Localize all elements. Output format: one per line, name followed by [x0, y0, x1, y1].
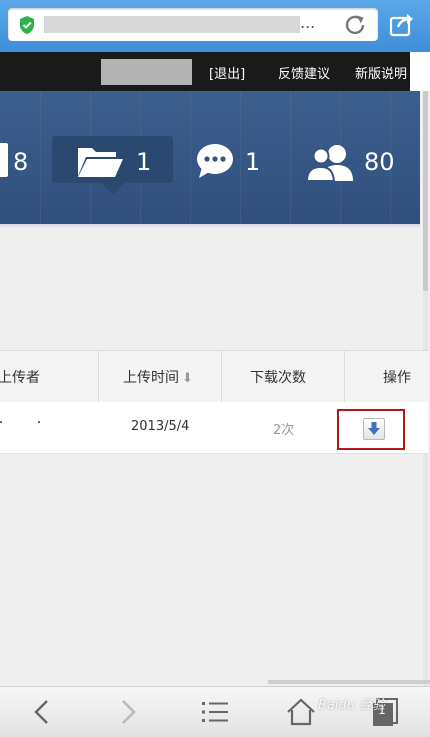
stat-members-count: 80 — [364, 148, 395, 176]
file-icon — [0, 143, 8, 177]
new-version-link[interactable]: 新版说明 — [355, 63, 407, 82]
row-download-count: 2次 — [273, 423, 295, 438]
username-redacted — [101, 59, 192, 85]
header-divider — [221, 351, 222, 402]
chat-bubble-icon — [197, 144, 233, 178]
site-top-nav: [退出] 反馈建议 新版说明 — [0, 52, 410, 91]
folder-icon — [78, 148, 123, 177]
share-icon[interactable] — [389, 12, 415, 38]
header-uploader[interactable]: 上传者 — [0, 367, 40, 387]
menu-icon[interactable] — [200, 697, 230, 727]
home-icon[interactable] — [286, 697, 316, 727]
security-shield-icon — [20, 16, 34, 34]
sort-down-icon: ⬇ — [182, 371, 193, 386]
back-icon[interactable] — [27, 697, 57, 727]
url-field[interactable]: ... — [8, 8, 378, 41]
stat-folders-count: 1 — [136, 148, 152, 176]
download-button[interactable] — [363, 418, 385, 440]
horizontal-scroll-indicator — [268, 680, 430, 684]
row-upload-time: 2013/5/4 — [131, 419, 190, 434]
stat-comments-count: 1 — [245, 148, 261, 176]
stat-files-count: 8 — [13, 148, 29, 176]
url-text-redacted — [44, 16, 300, 33]
feedback-link[interactable]: 反馈建议 — [278, 63, 330, 82]
page-scrollbar-thumb[interactable] — [423, 91, 428, 291]
baidu-watermark: Baidu 经验 — [318, 698, 386, 713]
nav-gutter — [410, 52, 430, 91]
banner-shadow — [0, 224, 420, 228]
forward-icon[interactable] — [113, 697, 143, 727]
browser-address-bar: ... — [0, 0, 430, 52]
header-divider — [344, 351, 345, 402]
users-icon — [306, 145, 353, 181]
header-upload-time-label: 上传时间 — [123, 370, 179, 386]
header-upload-time[interactable]: 上传时间 ⬇ — [123, 367, 193, 387]
logout-link[interactable]: [退出] — [209, 63, 245, 82]
header-download-count[interactable]: 下载次数 — [250, 367, 306, 387]
url-ellipsis: ... — [300, 13, 316, 32]
reload-icon[interactable] — [344, 14, 368, 36]
stats-banner: 8 1 1 80 — [0, 91, 420, 224]
header-actions: 操作 — [383, 370, 411, 386]
download-icon — [368, 422, 380, 435]
table-header: 上传者 上传时间 ⬇ 下载次数 操作 — [0, 350, 428, 403]
header-divider — [98, 351, 99, 402]
stat-selected-pointer — [101, 183, 125, 195]
